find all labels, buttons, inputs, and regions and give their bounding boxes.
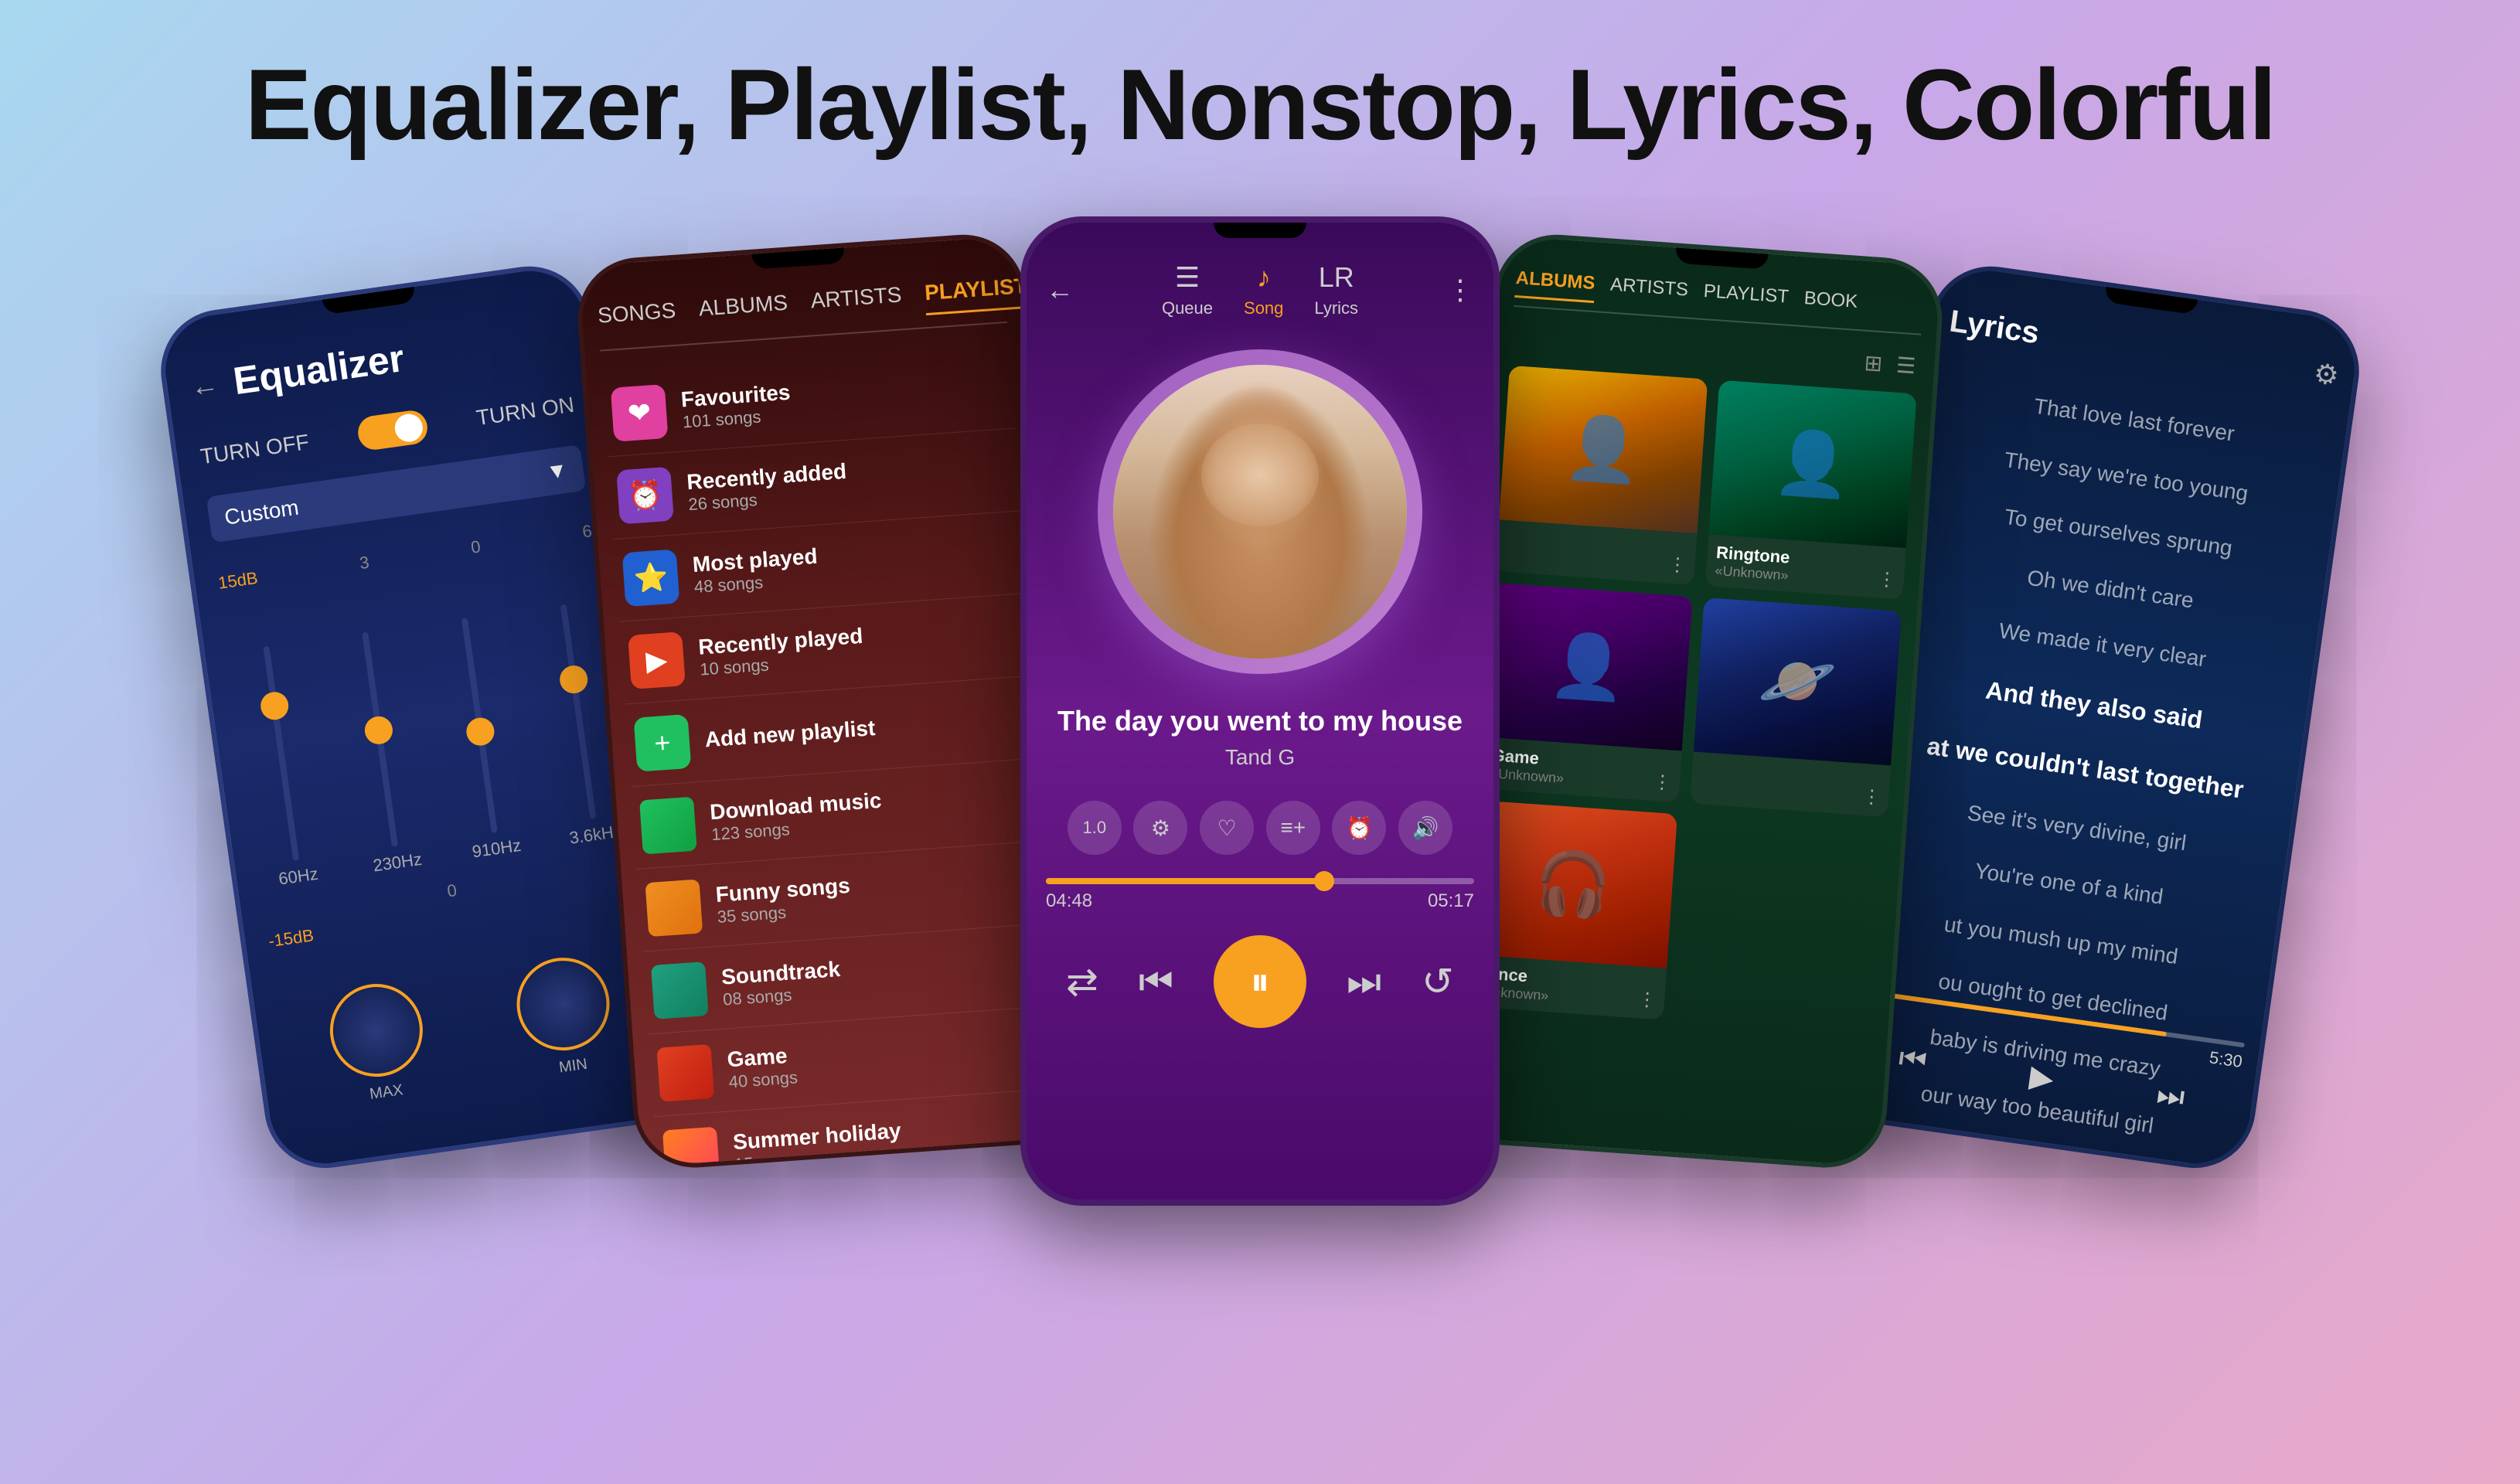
eq-title: Equalizer — [230, 335, 407, 403]
db-neg-label: -15dB — [267, 925, 315, 951]
album-card[interactable]: 👤 ⋮ Game «Unknown» — [1480, 583, 1693, 802]
lyrics-icon: LR — [1319, 261, 1354, 294]
album-thumb: 👤 — [1483, 583, 1692, 751]
grid-view-icon[interactable]: ⊞ — [1860, 346, 1886, 380]
tab-song[interactable]: ♪ Song — [1244, 261, 1283, 318]
tab-albums[interactable]: ALBUMS — [1514, 267, 1595, 303]
eq-preset-label: Custom — [223, 495, 300, 530]
more-options-icon[interactable]: ⋮ — [1877, 568, 1897, 592]
album-art — [1098, 349, 1422, 674]
progress-fill — [1046, 878, 1324, 884]
tab-artists[interactable]: ARTISTS — [1609, 274, 1689, 310]
list-view-icon[interactable]: ☰ — [1892, 349, 1920, 382]
most-played-icon: ⭐ — [622, 549, 680, 607]
album-card[interactable]: 👤 ⋮ — [1495, 366, 1708, 585]
eq-bar-910hz[interactable]: 910Hz — [426, 613, 536, 864]
timer-icon[interactable]: ⏰ — [1332, 801, 1386, 855]
main-player-phone: ← ☰ Queue ♪ Song LR Lyrics ⋮ — [1020, 216, 1500, 1206]
next-icon[interactable]: ⏭ — [1347, 959, 1381, 1005]
play-icon[interactable]: ▶ — [2028, 1058, 2056, 1097]
add-playlist-label: Add new playlist — [704, 705, 1028, 752]
add-playlist-icon: + — [634, 714, 692, 772]
knob-label-min: MIN — [558, 1056, 589, 1077]
album-card[interactable]: 🪐 ⋮ — [1690, 597, 1902, 817]
more-options-icon[interactable]: ⋮ — [1861, 785, 1881, 809]
eq-back-icon[interactable]: ← — [189, 368, 220, 404]
recently-added-icon: ⏰ — [616, 467, 674, 525]
song-artist: Tand G — [1046, 745, 1474, 770]
album-thumb: 🪐 — [1693, 597, 1902, 765]
eq-toggle[interactable] — [356, 409, 429, 452]
speed-icon[interactable]: 1.0 — [1068, 801, 1122, 855]
album-thumb: 🎧 — [1469, 800, 1677, 968]
page-title: Equalizer, Playlist, Nonstop, Lyrics, Co… — [0, 0, 2520, 162]
song-title: The day you went to my house — [1046, 705, 1474, 737]
funny-songs-thumb — [645, 879, 703, 937]
queue-label: Queue — [1162, 298, 1213, 318]
more-options-icon[interactable]: ⋮ — [1667, 553, 1687, 577]
tab-lyrics[interactable]: LR Lyrics — [1314, 261, 1358, 318]
prev-icon[interactable]: ⏮ — [1897, 1040, 1929, 1079]
add-to-queue-icon[interactable]: ≡+ — [1266, 801, 1320, 855]
lyrics-label: Lyrics — [1314, 298, 1358, 318]
play-pause-button[interactable]: ⏸ — [1214, 935, 1306, 1028]
album-thumb: 👤 — [1708, 380, 1917, 548]
freq-label: 910Hz — [471, 836, 523, 863]
pause-icon: ⏸ — [1250, 959, 1269, 1005]
album-card[interactable]: 👤 ⋮ Ringtone «Unknown» — [1704, 380, 1917, 600]
albums-phone: ALBUMS ARTISTS PLAYLIST BOOK ⊞ ☰ 👤 ⋮ — [1435, 230, 1946, 1172]
tab-book[interactable]: BOOK — [1803, 288, 1858, 322]
eq-knob-bass[interactable] — [324, 978, 429, 1083]
summer-holiday-thumb — [662, 1127, 720, 1172]
eq-bar-60hz[interactable]: 60Hz — [228, 641, 338, 892]
tab-songs[interactable]: SONGS — [597, 298, 677, 339]
eq-knob-treble[interactable] — [511, 951, 616, 1057]
soundtrack-thumb — [651, 962, 709, 1019]
heart-icon[interactable]: ♡ — [1200, 801, 1254, 855]
next-icon[interactable]: ⏭ — [2154, 1077, 2187, 1115]
volume-icon[interactable]: 🔊 — [1398, 801, 1452, 855]
speed-label: 1.0 — [1083, 818, 1107, 838]
prev-icon[interactable]: ⏮ — [1139, 959, 1173, 1005]
playlist-phone: SONGS ALBUMS ARTISTS PLAYLIST ❤ Favourit… — [574, 230, 1085, 1172]
db-bottom-label: 0 — [446, 880, 458, 901]
more-options-icon[interactable]: ⋮ — [1637, 988, 1657, 1012]
turn-on-label: TURN ON — [475, 393, 576, 431]
song-label: Song — [1244, 298, 1283, 318]
current-time: 04:48 — [1046, 890, 1092, 912]
phones-showcase: ← Equalizer TURN OFF TURN ON Custom ▼ 15… — [0, 216, 2520, 1206]
chevron-down-icon: ▼ — [545, 458, 570, 485]
tab-playlist[interactable]: PLAYLIST — [924, 274, 1029, 315]
repeat-icon[interactable]: ↺ — [1422, 959, 1454, 1004]
favourites-icon: ❤ — [611, 384, 669, 442]
tab-playlist[interactable]: PLAYLIST — [1702, 281, 1790, 317]
music-note-icon: ♪ — [1257, 261, 1271, 294]
download-music-thumb — [639, 797, 697, 855]
tab-artists[interactable]: ARTISTS — [810, 282, 904, 323]
progress-track[interactable] — [1046, 878, 1474, 884]
more-icon[interactable]: ⋮ — [1446, 274, 1474, 306]
equalizer-icon[interactable]: ⚙ — [1133, 801, 1187, 855]
freq-label: 60Hz — [278, 864, 319, 890]
turn-off-label: TURN OFF — [199, 430, 311, 469]
db-label: 15dB — [217, 568, 260, 594]
tab-queue[interactable]: ☰ Queue — [1162, 261, 1213, 318]
more-options-icon[interactable]: ⋮ — [1652, 771, 1672, 795]
db-label-2: 3 — [358, 553, 370, 574]
settings-icon[interactable]: ⚙ — [2312, 356, 2341, 392]
recently-played-icon: ▶ — [628, 631, 686, 689]
queue-icon: ☰ — [1175, 261, 1200, 294]
eq-bar-230hz[interactable]: 230Hz — [327, 627, 437, 878]
shuffle-icon[interactable]: ⇄ — [1066, 959, 1098, 1004]
lyrics-title: Lyrics — [1947, 304, 2042, 351]
back-icon[interactable]: ← — [1046, 274, 1074, 306]
album-thumb: 👤 — [1499, 366, 1708, 533]
tab-albums[interactable]: ALBUMS — [698, 291, 789, 332]
freq-label: 230Hz — [372, 849, 424, 876]
game-thumb — [656, 1044, 714, 1102]
knob-label-max: MAX — [369, 1081, 404, 1104]
db-label-3: 0 — [470, 536, 482, 557]
total-time: 05:17 — [1428, 890, 1474, 912]
